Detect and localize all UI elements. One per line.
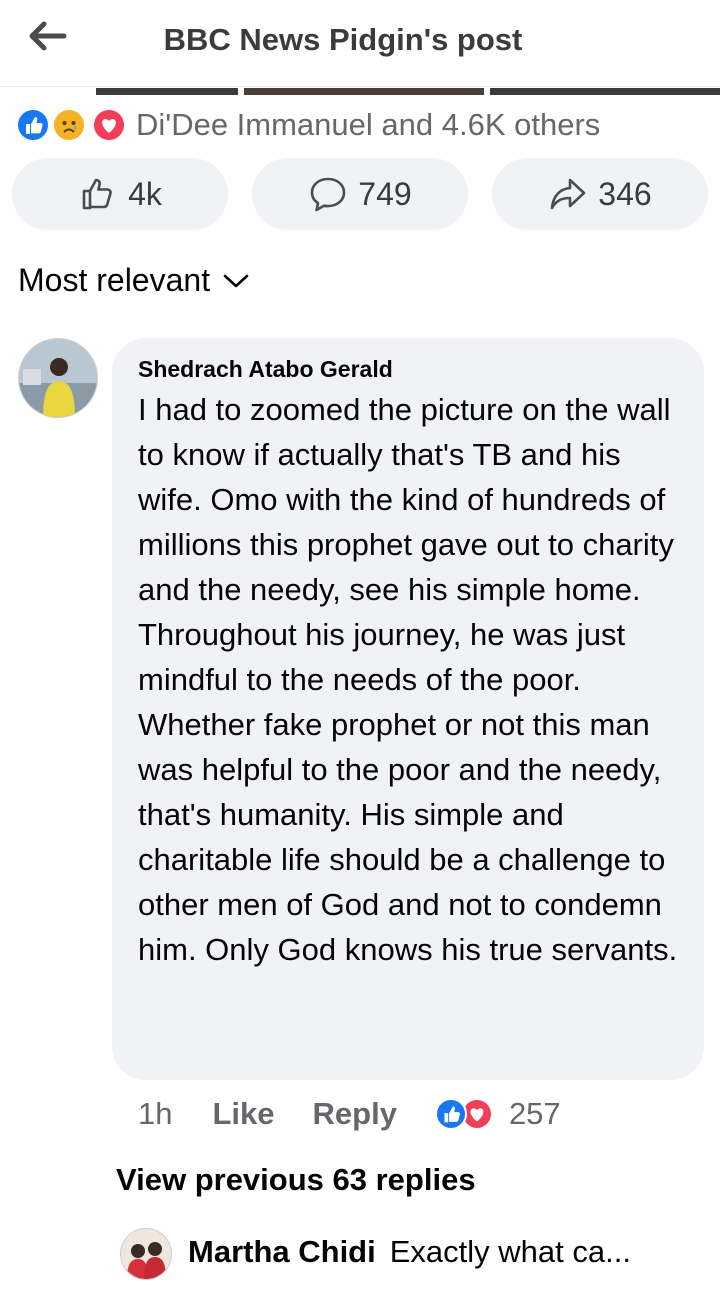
top-bar: BBC News Pidgin's post [0, 0, 720, 87]
reactions-summary-text[interactable]: Di'Dee Immanuel and 4.6K others [136, 107, 600, 143]
reply-avatar[interactable] [120, 1228, 172, 1280]
reply-snippet: Exactly what ca... [389, 1234, 631, 1269]
post-image-strip[interactable] [96, 88, 238, 95]
share-icon [550, 178, 586, 210]
like-reaction-icon [16, 108, 50, 142]
comment-reactions[interactable] [434, 1096, 497, 1132]
like-reaction-icon [434, 1098, 467, 1130]
sad-reaction-icon [52, 108, 86, 142]
avatar[interactable] [18, 338, 98, 418]
comment-icon [310, 177, 346, 212]
page-title: BBC News Pidgin's post [163, 22, 523, 57]
chevron-down-icon [223, 274, 249, 287]
comment-like-button[interactable]: Like [212, 1096, 274, 1132]
like-button[interactable]: 4k [12, 158, 228, 230]
post-image-strip[interactable] [244, 88, 484, 95]
comment-sort-dropdown[interactable]: Most relevant [18, 262, 250, 299]
share-count: 346 [598, 175, 652, 212]
post-image-strip[interactable] [490, 88, 720, 95]
comment-reaction-count[interactable]: 257 [509, 1096, 561, 1132]
like-count: 4k [128, 175, 162, 212]
comment-timestamp[interactable]: 1h [138, 1096, 172, 1132]
sort-label: Most relevant [18, 262, 211, 298]
comment-author[interactable]: Shedrach Atabo Gerald [138, 356, 678, 383]
reactions-summary[interactable]: Di'Dee Immanuel and 4.6K others [16, 106, 600, 144]
comment-count: 749 [358, 175, 412, 212]
reaction-icons [16, 106, 132, 144]
thumbs-up-icon [82, 178, 112, 210]
comment-meta: 1h Like Reply 257 [138, 1094, 561, 1134]
reply-author[interactable]: Martha Chidi [188, 1234, 376, 1269]
love-reaction-icon [92, 108, 126, 142]
comment-reply-button[interactable]: Reply [313, 1096, 397, 1132]
comment-text: I had to zoomed the picture on the wall … [138, 392, 678, 967]
view-previous-replies-link[interactable]: View previous 63 replies [116, 1162, 476, 1198]
share-button[interactable]: 346 [492, 158, 708, 230]
comment-button[interactable]: 749 [252, 158, 468, 230]
reply-preview[interactable]: Martha Chidi Exactly what ca... [188, 1234, 631, 1270]
comment-bubble[interactable]: Shedrach Atabo Gerald I had to zoomed th… [112, 338, 704, 1080]
